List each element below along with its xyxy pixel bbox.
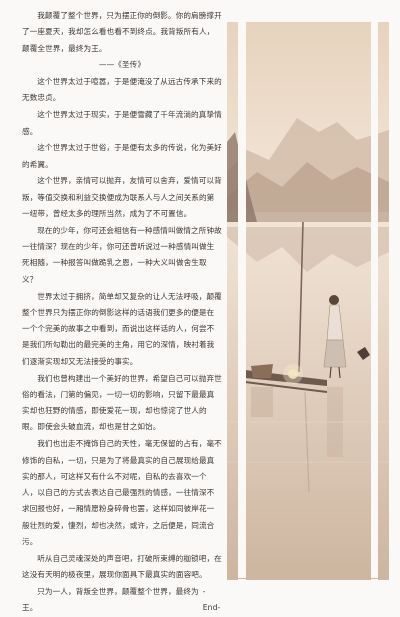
quote-source: ——《圣传》 <box>98 60 146 70</box>
paragraph: 这个世界太过于现实，于是便雪藏了千年流淌的真挚情感。 <box>22 110 222 136</box>
paragraph: 现在的少年，你可还会相信有一种感情叫做情之所钟故一往情深？现在的少年，你可还曾听… <box>22 225 222 284</box>
paragraph: 我们也出走不掩饰自己的天性，毫无保留的占有，毫不修饰的自私，一切，只是为了将最真… <box>22 439 222 546</box>
paragraph: 只为一人，背叛全世界，颠覆整个世界，最终为王。 <box>22 586 199 613</box>
illustration-strips <box>227 22 389 580</box>
paragraph: 世界太过于拥挤，简单却又复杂的让人无法呼吸，颠覆整个世界只为摆正你的倒影这样的话… <box>22 291 222 366</box>
paragraph: 这个世界太过于喧嚣，于是便淹没了从远古传承下来的无数忠贞。 <box>22 77 222 103</box>
closing-paragraph: 只为一人，背叛全世界，颠覆整个世界，最终为王。 -End- <box>22 584 222 617</box>
end-mark: -End- <box>202 586 221 613</box>
paragraph: 这个世界，亲情可以抛弃，友情可以舍弃，爱情可以背叛，等值交换和利益交换便成为联系… <box>22 176 222 219</box>
divider <box>227 578 389 579</box>
article-text: 我颠覆了整个世界，只为摆正你的倒影。你的肩膀撑开了一座夏天，我却怎么看也看不到终… <box>22 8 222 617</box>
paragraph: 听从自己灵魂深处的声音吧，打破所束缚的枷锁吧，在这没有天明的极夜里，展现你面具下… <box>22 553 222 580</box>
paragraph: 我颠覆了整个世界，只为摆正你的倒影。你的肩膀撑开了一座夏天，我却怎么看也看不到终… <box>22 11 222 53</box>
paragraph: 这个世界太过于世俗，于是便有太多的传说，化为美好的希翼。 <box>22 143 222 169</box>
paragraph: 我们也曾构建出一个美好的世界，希望自己可以抛弃世俗的看法，门第的偏见，一切一切的… <box>22 373 222 432</box>
